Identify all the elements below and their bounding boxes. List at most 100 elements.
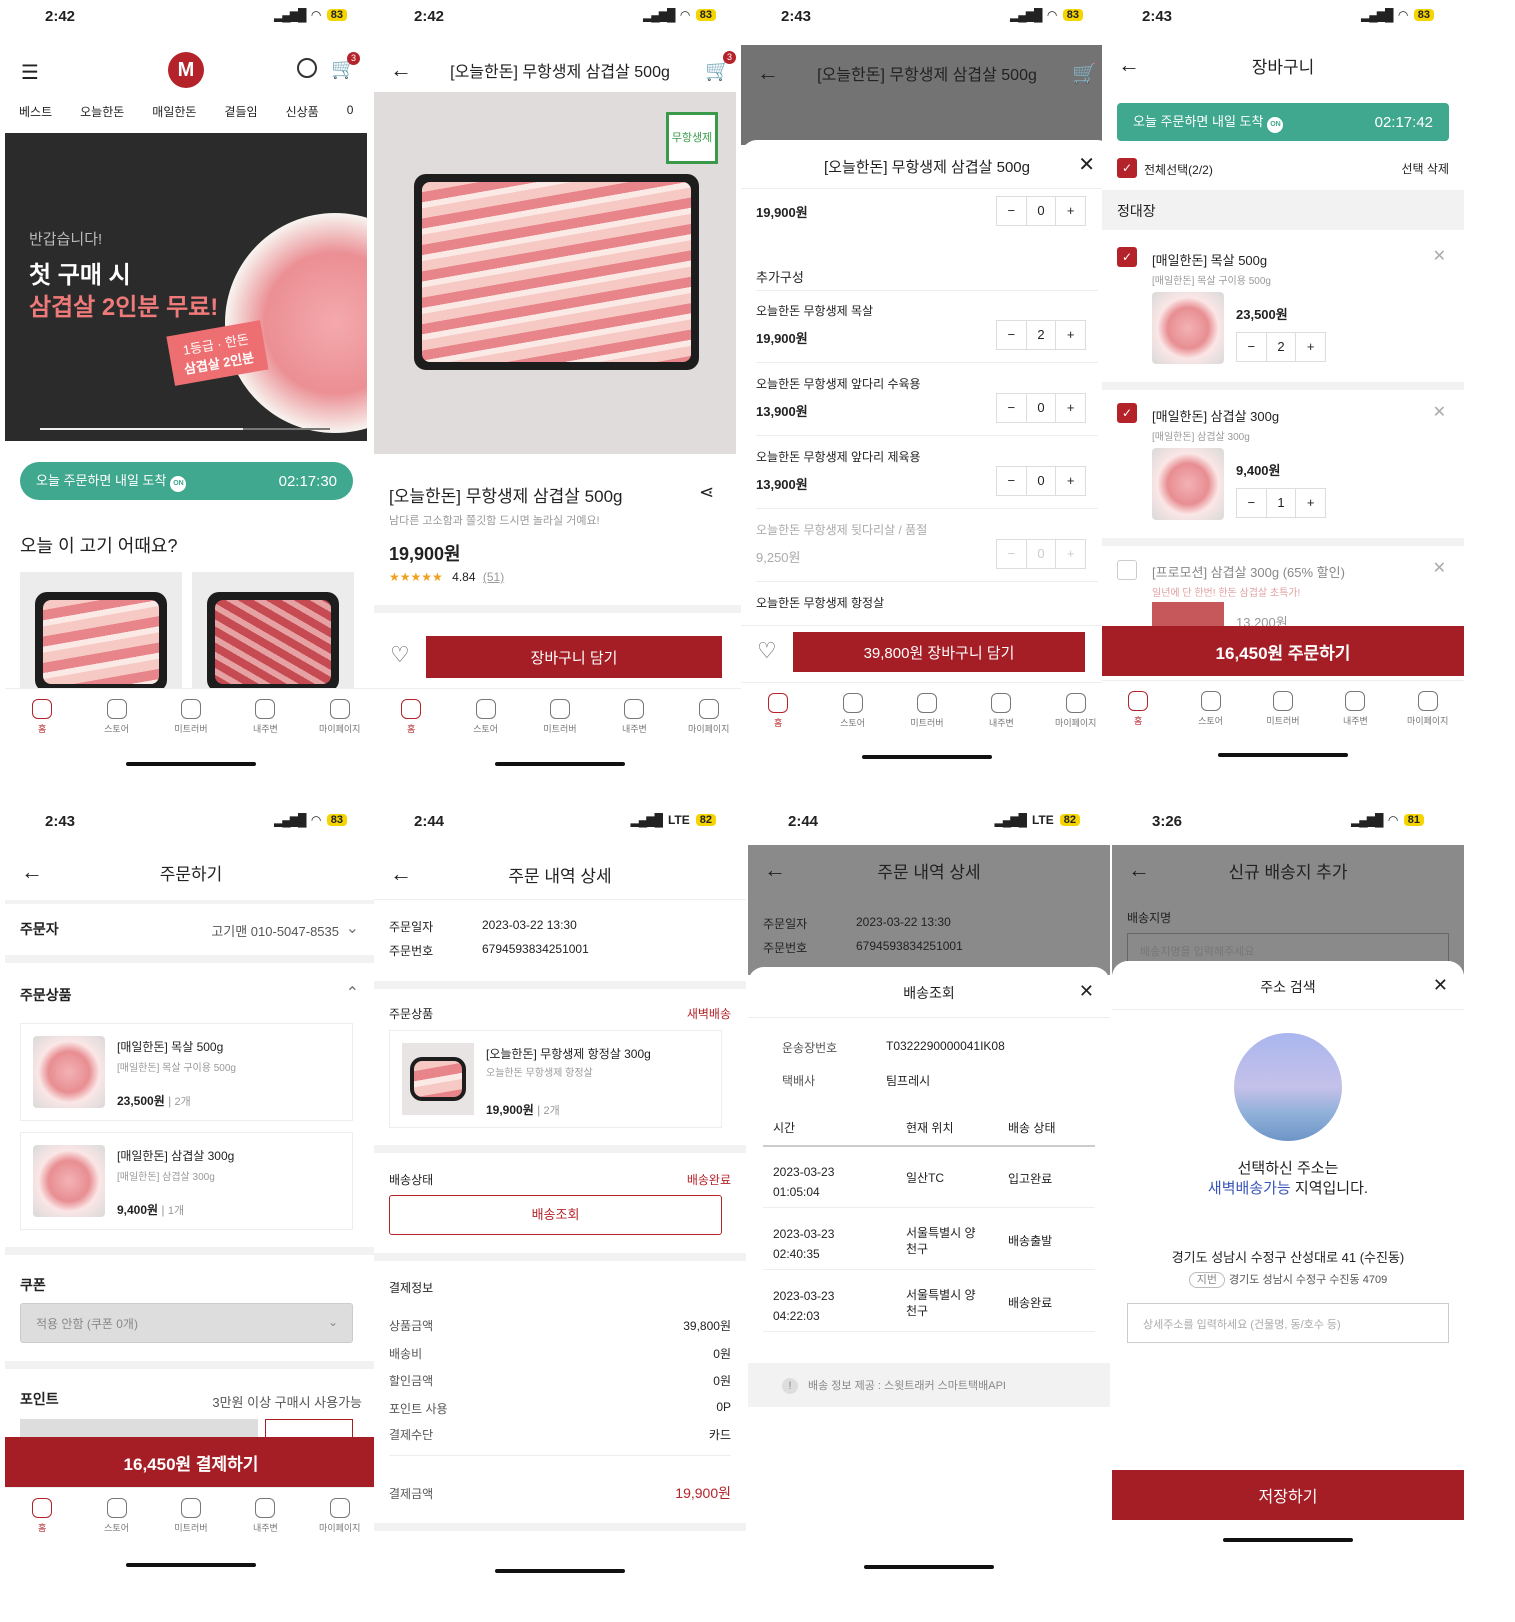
- tab-mypage[interactable]: 마이페이지: [1398, 691, 1458, 727]
- tab-nearby[interactable]: 내주변: [604, 699, 664, 735]
- banner-line2: 삼겹살 2인분 무료!: [29, 294, 219, 321]
- remove-item-icon[interactable]: ✕: [1433, 402, 1446, 422]
- review-count-link[interactable]: (51): [483, 570, 504, 584]
- tab-meatlover[interactable]: 미트러버: [161, 1498, 221, 1534]
- tab-nearby[interactable]: 내주변: [1325, 691, 1385, 727]
- add-to-cart-button[interactable]: 장바구니 담기: [426, 636, 722, 678]
- tab-home[interactable]: 홈: [748, 693, 808, 729]
- sheet-title: 배송조회: [903, 985, 955, 1001]
- nav-daily[interactable]: 매일한돈: [152, 103, 196, 120]
- save-button[interactable]: 저장하기: [1112, 1470, 1464, 1520]
- back-arrow-icon[interactable]: ←: [390, 57, 412, 83]
- tab-store[interactable]: 스토어: [1181, 691, 1241, 727]
- back-arrow-icon[interactable]: ←: [1118, 52, 1140, 78]
- back-arrow-icon[interactable]: ←: [764, 857, 786, 883]
- tab-store[interactable]: 스토어: [87, 1498, 147, 1534]
- delete-selected-button[interactable]: 선택 삭제: [1402, 160, 1450, 177]
- remove-item-icon[interactable]: ✕: [1433, 246, 1446, 266]
- tab-store[interactable]: 스토어: [456, 699, 516, 735]
- track-location: 일산TC: [906, 1171, 945, 1185]
- track-date: 2023-03-23 02:40:35: [773, 1227, 835, 1261]
- tab-meatlover[interactable]: 미트러버: [530, 699, 590, 735]
- item-option: 오늘한돈 무항생제 항정살: [486, 1068, 593, 1079]
- quantity-stepper[interactable]: −0 +: [996, 393, 1086, 423]
- order-item-card: [매일한돈] 삼겹살 300g [매일한돈] 삼겹살 300g 9,400원 |…: [20, 1132, 353, 1230]
- search-icon[interactable]: [297, 58, 317, 78]
- tab-meatlover[interactable]: 미트러버: [897, 693, 957, 729]
- product-card[interactable]: [192, 572, 354, 692]
- back-arrow-icon[interactable]: ←: [1128, 857, 1150, 883]
- share-icon[interactable]: ⋖: [699, 482, 714, 503]
- close-icon[interactable]: ✕: [1078, 152, 1095, 177]
- status-time: 2:43: [781, 8, 812, 25]
- item-checkbox[interactable]: ✓: [1117, 247, 1137, 267]
- detail-address-input[interactable]: 상세주소를 입력하세요 (건물명, 동/호수 등): [1127, 1303, 1449, 1343]
- coupon-select[interactable]: 적용 안함 (쿠폰 0개) ⌄: [20, 1303, 353, 1343]
- close-icon[interactable]: ✕: [1433, 975, 1448, 996]
- tab-store[interactable]: 스토어: [87, 699, 147, 735]
- nav-more[interactable]: 0: [347, 103, 354, 120]
- status-time: 3:26: [1152, 813, 1183, 830]
- delivery-banner[interactable]: 오늘 주문하면 내일 도착 ON 02:17:42: [1117, 103, 1449, 141]
- order-button[interactable]: 16,450원 주문하기: [1102, 626, 1464, 676]
- add-to-cart-button[interactable]: 39,800원 장바구니 담기: [793, 632, 1085, 672]
- tab-home[interactable]: 홈: [381, 699, 441, 735]
- home-indicator: [126, 1563, 256, 1567]
- promo-banner[interactable]: 반갑습니다! 첫 구매 시 삼겹살 2인분 무료! 1등급 · 한돈 삼겹살 2인…: [5, 133, 367, 441]
- tab-nearby[interactable]: 내주변: [235, 1498, 295, 1534]
- track-delivery-button[interactable]: 배송조회: [389, 1195, 722, 1235]
- status-time: 2:42: [45, 8, 76, 25]
- order-item-card[interactable]: [오늘한돈] 무항생제 항정살 300g 오늘한돈 무항생제 항정살 19,90…: [389, 1030, 722, 1128]
- option-name: 오늘한돈 무항생제 목살: [756, 304, 874, 318]
- back-arrow-icon[interactable]: ←: [390, 861, 412, 887]
- dawn-delivery-tag: 새벽배송: [686, 1007, 731, 1021]
- tab-home[interactable]: 홈: [12, 1498, 72, 1534]
- tab-mypage[interactable]: 마이페이지: [1046, 693, 1106, 729]
- tab-meatlover[interactable]: 미트러버: [161, 699, 221, 735]
- chevron-up-icon[interactable]: ⌃: [346, 983, 359, 1003]
- nav-new[interactable]: 신상품: [286, 103, 319, 120]
- nav-side[interactable]: 곁들임: [224, 103, 257, 120]
- delivery-banner[interactable]: 오늘 주문하면 내일 도착 ON 02:17:30: [20, 462, 353, 500]
- cart-icon[interactable]: 🛒: [1072, 61, 1097, 86]
- pay-button[interactable]: 16,450원 결제하기: [5, 1437, 377, 1487]
- tab-nearby[interactable]: 내주변: [971, 693, 1031, 729]
- quantity-stepper[interactable]: −2 +: [1236, 332, 1326, 362]
- wishlist-heart-icon[interactable]: ♡: [390, 642, 410, 668]
- product-card[interactable]: [20, 572, 182, 692]
- wishlist-heart-icon[interactable]: ♡: [757, 638, 777, 664]
- orderer-value[interactable]: 고기맨 010-5047-8535: [211, 921, 339, 940]
- tab-home[interactable]: 홈: [12, 699, 72, 735]
- quantity-stepper[interactable]: −0 +: [996, 196, 1086, 226]
- banner-greeting: 반갑습니다!: [29, 231, 103, 248]
- status-icons: ▂▄▆█ LTE 82: [995, 813, 1080, 827]
- status-time: 2:44: [414, 813, 445, 830]
- quantity-stepper[interactable]: −1 +: [1236, 488, 1326, 518]
- nav-best[interactable]: 베스트: [19, 103, 52, 120]
- page-title: 주문 내역 상세: [508, 866, 612, 886]
- tab-store[interactable]: 스토어: [823, 693, 883, 729]
- item-name: [오늘한돈] 무항생제 항정살 300g: [486, 1047, 651, 1061]
- tracking-sheet: 배송조회 ✕ 운송장번호 T0322290000041IK08 택배사 팀프레시…: [748, 967, 1110, 1622]
- tab-meatlover[interactable]: 미트러버: [1253, 691, 1313, 727]
- tab-nearby[interactable]: 내주변: [235, 699, 295, 735]
- close-icon[interactable]: ✕: [1079, 981, 1094, 1002]
- back-arrow-icon[interactable]: ←: [757, 60, 779, 86]
- tab-mypage[interactable]: 마이페이지: [310, 1498, 370, 1534]
- tab-home[interactable]: 홈: [1108, 691, 1168, 727]
- tab-mypage[interactable]: 마이페이지: [310, 699, 370, 735]
- nav-today[interactable]: 오늘한돈: [80, 103, 124, 120]
- tab-mypage[interactable]: 마이페이지: [679, 699, 739, 735]
- product-image[interactable]: 무항생제: [374, 92, 736, 454]
- menu-icon[interactable]: ☰: [21, 60, 39, 85]
- remove-item-icon[interactable]: ✕: [1433, 558, 1446, 578]
- select-all-checkbox[interactable]: ✓: [1117, 158, 1137, 178]
- chevron-down-icon[interactable]: ⌄: [346, 918, 359, 938]
- item-checkbox[interactable]: [1117, 560, 1137, 580]
- back-arrow-icon[interactable]: ←: [21, 859, 43, 885]
- quantity-stepper[interactable]: −2 +: [996, 320, 1086, 350]
- sheet-title: 주소 검색: [1260, 979, 1316, 995]
- quantity-stepper[interactable]: −0 +: [996, 466, 1086, 496]
- col-location: 현재 위치: [906, 1121, 954, 1135]
- item-checkbox[interactable]: ✓: [1117, 403, 1137, 423]
